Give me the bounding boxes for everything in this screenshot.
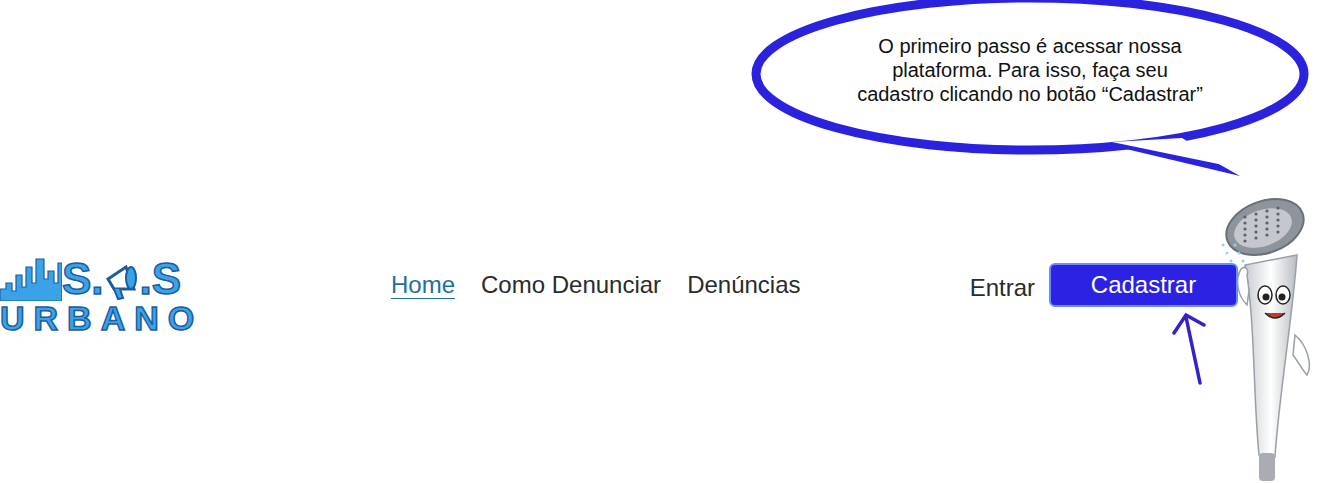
login-link[interactable]: Entrar	[970, 274, 1035, 302]
nav-links: Home Como Denunciar Denúncias	[391, 271, 801, 299]
signup-button[interactable]: Cadastrar	[1049, 263, 1238, 307]
nav-link[interactable]: Home	[391, 271, 455, 299]
logo-subtitle: URBANO	[0, 301, 203, 335]
bubble-text: O primeiro passo é acessar nossa	[878, 34, 1181, 58]
bubble-text: plataforma. Para isso, faça seu	[892, 58, 1168, 82]
logo-text: .S	[140, 257, 182, 301]
speech-bubble: O primeiro passo é acessar nossaplatafor…	[750, 0, 1310, 164]
navbar: S. .SURBANO Home Como Denunciar Denúncias Ent…	[0, 185, 1330, 483]
page: O primeiro passo é acessar nossaplatafor…	[0, 0, 1330, 483]
arrow-up-icon	[1170, 309, 1210, 385]
shower-mascot-icon	[1215, 195, 1320, 483]
bubble-row: O primeiro passo é acessar nossaplatafor…	[0, 0, 1330, 185]
nav-link[interactable]: Como Denunciar	[481, 271, 661, 299]
skyline-icon	[0, 253, 62, 301]
nav-link[interactable]: Denúncias	[687, 271, 800, 299]
bubble-text: cadastro clicando no botão “Cadastrar”	[857, 82, 1203, 106]
signup-area: Cadastrar	[1049, 263, 1238, 385]
logo-text: S.	[62, 257, 104, 301]
megaphone-icon	[104, 259, 140, 301]
logo[interactable]: S..SURBANO	[0, 245, 195, 335]
